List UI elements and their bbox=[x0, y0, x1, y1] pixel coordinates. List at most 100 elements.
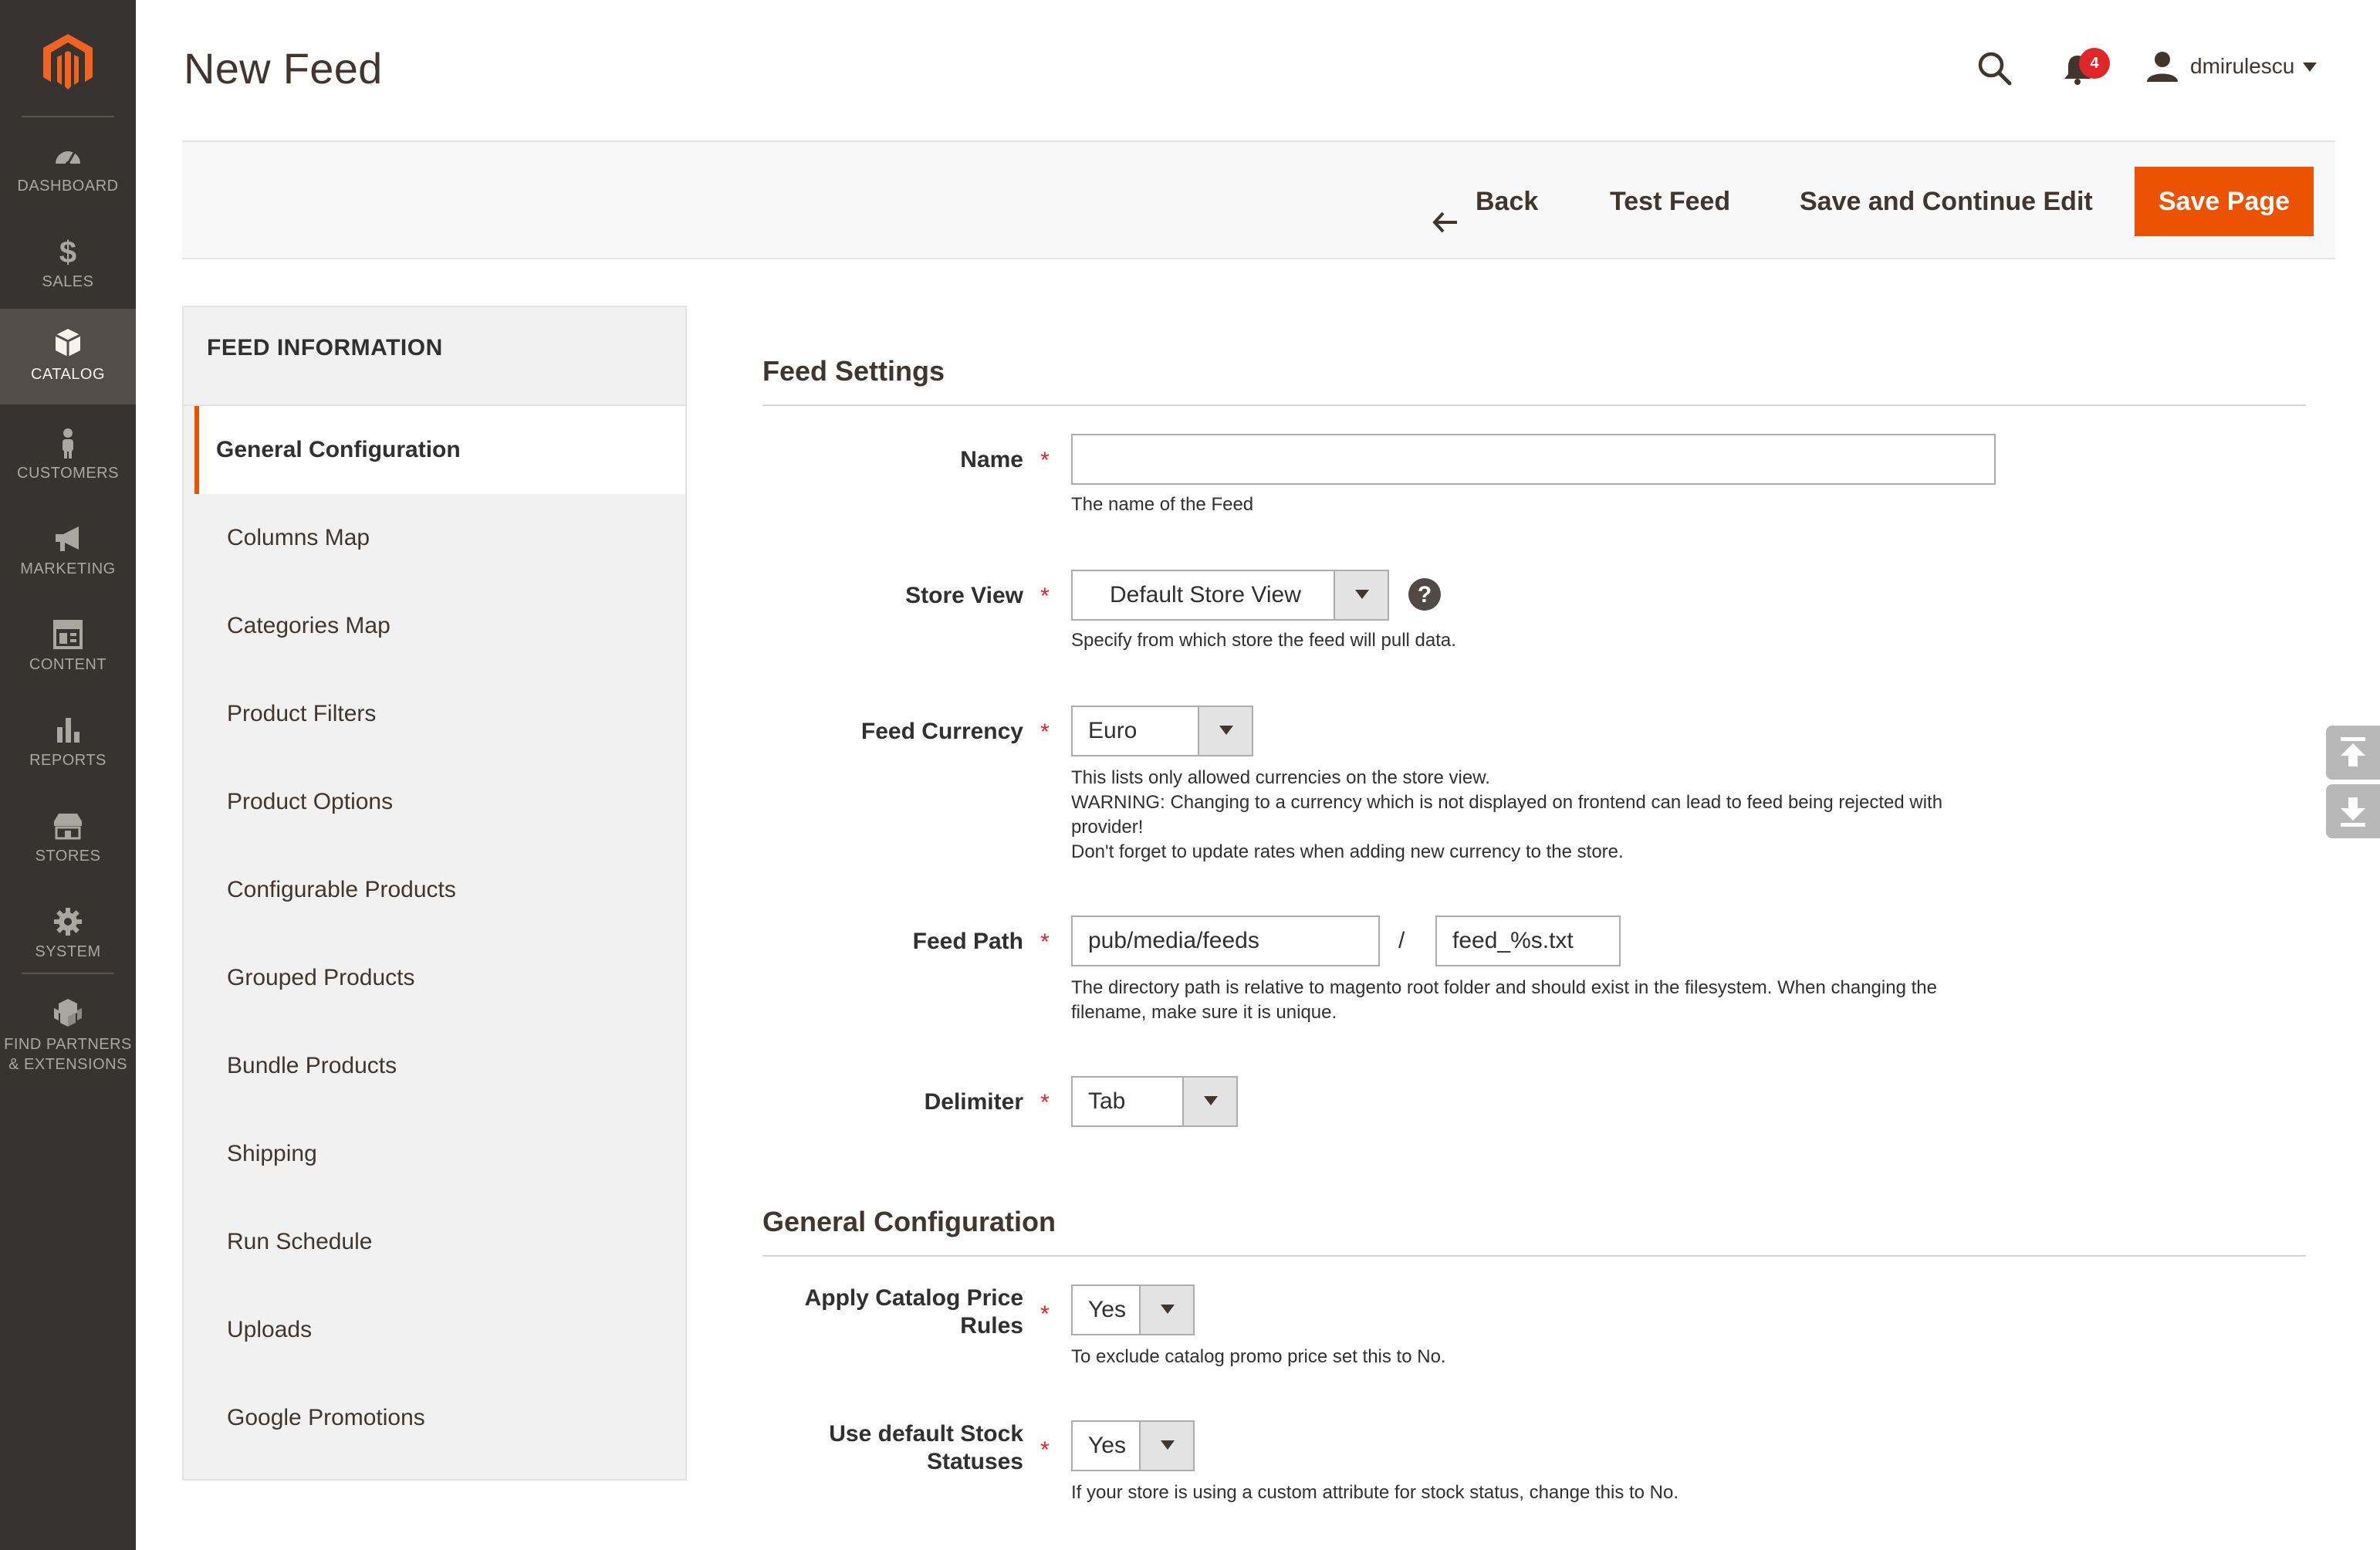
currency-warning: WARNING: Changing to a currency which is… bbox=[1071, 792, 1943, 838]
currency-note-line3: Don't forget to update rates when adding… bbox=[1071, 841, 1624, 862]
required-asterisk: * bbox=[1040, 929, 1050, 955]
nav-item-dashboard[interactable]: DASHBOARD bbox=[0, 130, 136, 225]
tab-configurable-products[interactable]: Configurable Products bbox=[194, 846, 685, 934]
megaphone-icon bbox=[52, 523, 83, 554]
search-icon[interactable] bbox=[1976, 49, 2013, 86]
feed-currency-value: Euro bbox=[1088, 718, 1138, 743]
arrow-up-icon bbox=[2341, 737, 2365, 767]
nav-label-content: CONTENT bbox=[29, 656, 107, 673]
magento-logo-icon[interactable] bbox=[37, 31, 99, 93]
feed-settings-title: Feed Settings bbox=[762, 355, 945, 387]
nav-label-sales: SALES bbox=[42, 273, 94, 290]
chevron-down-icon bbox=[1182, 1078, 1236, 1125]
section-divider bbox=[762, 404, 2306, 406]
nav-label-partners-line2: & EXTENSIONS bbox=[8, 1056, 127, 1073]
store-view-label: Store View bbox=[905, 583, 1023, 608]
nav-item-catalog[interactable]: CATALOG bbox=[0, 309, 136, 404]
cubes-icon bbox=[52, 997, 83, 1028]
arrow-left-icon bbox=[1432, 190, 1459, 233]
feed-info-tabs: FEED INFORMATION General Configuration C… bbox=[182, 306, 687, 1481]
catalog-price-rules-label-line1: Apply Catalog Price bbox=[804, 1285, 1023, 1311]
nav-item-find-partners[interactable]: FIND PARTNERS & EXTENSIONS bbox=[0, 987, 136, 1095]
tab-product-options[interactable]: Product Options bbox=[194, 758, 685, 846]
chevron-down-icon bbox=[2303, 62, 2317, 72]
box-icon bbox=[52, 327, 83, 358]
catalog-price-rules-note: To exclude catalog promo price set this … bbox=[1071, 1346, 1446, 1367]
test-feed-button[interactable]: Test Feed bbox=[1610, 167, 1730, 236]
nav-item-sales[interactable]: $ SALES bbox=[0, 225, 136, 321]
nav-label-catalog: CATALOG bbox=[30, 366, 106, 383]
nav-divider bbox=[22, 116, 114, 117]
stock-statuses-label-line2: Statuses bbox=[926, 1449, 1023, 1474]
save-page-button[interactable]: Save Page bbox=[2135, 167, 2314, 236]
chevron-down-icon bbox=[1139, 1286, 1193, 1334]
catalog-price-rules-label: Apply Catalog Price Rules bbox=[805, 1284, 1023, 1340]
username: dmirulescu bbox=[2190, 54, 2295, 78]
catalog-price-rules-value: Yes bbox=[1088, 1297, 1126, 1322]
required-asterisk: * bbox=[1040, 1437, 1050, 1463]
section-divider bbox=[762, 1255, 2306, 1257]
bar-chart-icon bbox=[52, 715, 83, 746]
name-input[interactable] bbox=[1071, 434, 1996, 485]
chevron-down-icon bbox=[1198, 707, 1252, 755]
delimiter-label: Delimiter bbox=[924, 1089, 1023, 1115]
dollar-icon: $ bbox=[52, 235, 83, 269]
help-icon[interactable]: ? bbox=[1408, 577, 1442, 611]
nav-label-system: SYSTEM bbox=[35, 943, 101, 960]
feed-currency-select[interactable]: Euro bbox=[1071, 706, 1253, 756]
notification-count-badge[interactable]: 4 bbox=[2079, 48, 2110, 79]
general-config-title: General Configuration bbox=[762, 1206, 1056, 1237]
chevron-down-icon bbox=[1334, 571, 1388, 619]
svg-text:$: $ bbox=[59, 236, 76, 267]
tabs-title: FEED INFORMATION bbox=[207, 335, 443, 360]
path-separator: / bbox=[1398, 928, 1405, 953]
tab-product-filters[interactable]: Product Filters bbox=[194, 670, 685, 758]
tab-shipping[interactable]: Shipping bbox=[194, 1110, 685, 1198]
nav-label-partners-line1: FIND PARTNERS bbox=[4, 1036, 132, 1053]
scroll-to-top-button[interactable] bbox=[2326, 726, 2380, 780]
nav-item-customers[interactable]: CUSTOMERS bbox=[0, 417, 136, 513]
tab-bundle-products[interactable]: Bundle Products bbox=[194, 1022, 685, 1110]
back-button-label: Back bbox=[1476, 187, 1539, 216]
tab-grouped-products[interactable]: Grouped Products bbox=[194, 934, 685, 1022]
required-asterisk: * bbox=[1040, 1090, 1050, 1115]
svg-text:?: ? bbox=[1418, 582, 1432, 607]
nav-item-reports[interactable]: REPORTS bbox=[0, 704, 136, 800]
back-button[interactable]: Back bbox=[1432, 167, 1538, 236]
tab-run-schedule[interactable]: Run Schedule bbox=[194, 1198, 685, 1286]
nav-item-content[interactable]: CONTENT bbox=[0, 608, 136, 704]
delimiter-value: Tab bbox=[1088, 1088, 1126, 1114]
store-view-select[interactable]: Default Store View bbox=[1071, 570, 1389, 621]
stock-statuses-select[interactable]: Yes bbox=[1071, 1420, 1195, 1471]
tab-columns-map[interactable]: Columns Map bbox=[194, 494, 685, 582]
feed-path-note: The directory path is relative to magent… bbox=[1071, 977, 1937, 1023]
stock-statuses-label-line1: Use default Stock bbox=[829, 1421, 1023, 1447]
scroll-to-bottom-button[interactable] bbox=[2326, 784, 2380, 838]
page-actions-bar: Back Test Feed Save and Continue Edit Sa… bbox=[182, 140, 2335, 259]
catalog-price-rules-select[interactable]: Yes bbox=[1071, 1284, 1195, 1335]
feed-path-filename-input[interactable] bbox=[1435, 915, 1621, 966]
tab-uploads[interactable]: Uploads bbox=[194, 1286, 685, 1374]
catalog-price-rules-label-line2: Rules bbox=[960, 1313, 1023, 1338]
currency-note-line1: This lists only allowed currencies on th… bbox=[1071, 767, 1490, 788]
admin-sidebar: DASHBOARD $ SALES CATALOG CUSTOMERS MARK… bbox=[0, 0, 136, 1550]
page-title: New Feed bbox=[184, 44, 383, 93]
gear-icon bbox=[52, 906, 83, 937]
store-view-note: Specify from which store the feed will p… bbox=[1071, 630, 1456, 651]
tab-google-promotions[interactable]: Google Promotions bbox=[194, 1374, 685, 1462]
feed-path-directory-input[interactable] bbox=[1071, 915, 1380, 966]
tab-general-configuration[interactable]: General Configuration bbox=[194, 406, 685, 494]
nav-divider bbox=[22, 973, 114, 974]
save-and-continue-button[interactable]: Save and Continue Edit bbox=[1800, 167, 2093, 236]
tab-categories-map[interactable]: Categories Map bbox=[194, 582, 685, 670]
nav-item-marketing[interactable]: MARKETING bbox=[0, 513, 136, 608]
delimiter-select[interactable]: Tab bbox=[1071, 1076, 1238, 1127]
nav-item-stores[interactable]: STORES bbox=[0, 800, 136, 895]
feed-currency-label: Feed Currency bbox=[860, 719, 1023, 744]
chevron-down-icon bbox=[1139, 1422, 1193, 1470]
arrow-down-icon bbox=[2341, 797, 2365, 827]
stock-statuses-label: Use default Stock Statuses bbox=[829, 1420, 1023, 1476]
stock-statuses-value: Yes bbox=[1088, 1433, 1126, 1458]
nav-item-system[interactable]: SYSTEM bbox=[0, 895, 136, 991]
currency-note: This lists only allowed currencies on th… bbox=[1071, 766, 2013, 865]
